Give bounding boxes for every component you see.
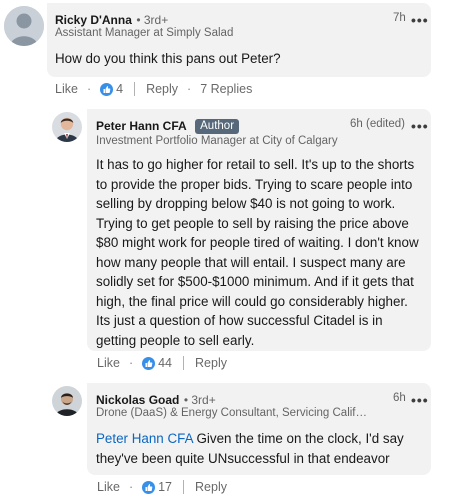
divider: [183, 480, 185, 494]
profile-photo-icon: [52, 112, 82, 142]
like-count[interactable]: 44: [158, 356, 172, 370]
separator-dot: ·: [86, 82, 92, 96]
reply-author-line: Peter Hann CFA Author: [96, 117, 240, 135]
author-headline: Investment Portfolio Manager at City of …: [96, 135, 338, 147]
like-reaction-icon: [100, 82, 114, 96]
reply-bubble-nickolas: Nickolas Goad • 3rd+ Drone (DaaS) & Ener…: [87, 383, 431, 475]
reply-button[interactable]: Reply: [195, 480, 227, 494]
separator-dot: ·: [187, 82, 192, 96]
comment-time: 7h: [393, 12, 406, 24]
profile-photo-icon: [52, 386, 82, 416]
view-replies-link[interactable]: 7 Replies: [200, 82, 252, 96]
more-options-icon[interactable]: •••: [411, 393, 429, 407]
separator-dot: ·: [128, 480, 134, 494]
separator-dot: ·: [128, 356, 134, 370]
reply-button[interactable]: Reply: [146, 82, 178, 96]
reply-text: It has to go higher for retail to sell. …: [96, 157, 419, 348]
avatar-nickolas[interactable]: [52, 386, 82, 416]
like-reaction-icon: [142, 480, 156, 494]
reply-bubble-peter: Peter Hann CFA Author Investment Portfol…: [87, 109, 431, 351]
divider: [183, 356, 185, 370]
reply-button[interactable]: Reply: [195, 356, 227, 370]
like-button[interactable]: Like: [55, 82, 78, 96]
more-options-icon[interactable]: •••: [411, 13, 429, 27]
author-name[interactable]: Peter Hann CFA: [96, 119, 187, 133]
reply-actions-peter: Like · 44 Reply: [97, 356, 227, 370]
like-button[interactable]: Like: [97, 480, 120, 494]
comment-actions-ricky: Like · 4 Reply · 7 Replies: [55, 82, 252, 96]
reply-time: 6h (edited): [350, 118, 405, 130]
connection-degree: 3rd+: [191, 393, 216, 407]
like-reaction-icon: [142, 356, 156, 370]
author-headline: Drone (DaaS) & Energy Consultant, Servic…: [96, 407, 368, 419]
divider: [134, 82, 136, 96]
avatar-ricky[interactable]: [4, 6, 44, 46]
more-options-icon[interactable]: •••: [411, 119, 429, 133]
author-badge: Author: [195, 119, 240, 134]
like-count[interactable]: 17: [158, 480, 172, 494]
comment-bubble-ricky: Ricky D'Anna • 3rd+ Assistant Manager at…: [47, 3, 431, 77]
author-name[interactable]: Nickolas Goad: [96, 393, 179, 407]
author-name[interactable]: Ricky D'Anna: [55, 13, 132, 27]
avatar-peter[interactable]: [52, 112, 82, 142]
like-button[interactable]: Like: [97, 356, 120, 370]
author-headline: Assistant Manager at Simply Salad: [55, 27, 234, 39]
comment-text: How do you think this pans out Peter?: [55, 51, 281, 66]
like-count[interactable]: 4: [116, 82, 123, 96]
default-avatar-icon: [4, 6, 44, 46]
reply-actions-nickolas: Like · 17 Reply: [97, 480, 227, 494]
mention-link[interactable]: Peter Hann CFA: [96, 431, 193, 446]
reply-text-container: Peter Hann CFA Given the time on the clo…: [96, 429, 421, 468]
reply-time: 6h: [393, 392, 406, 404]
connection-degree: 3rd+: [143, 13, 169, 27]
